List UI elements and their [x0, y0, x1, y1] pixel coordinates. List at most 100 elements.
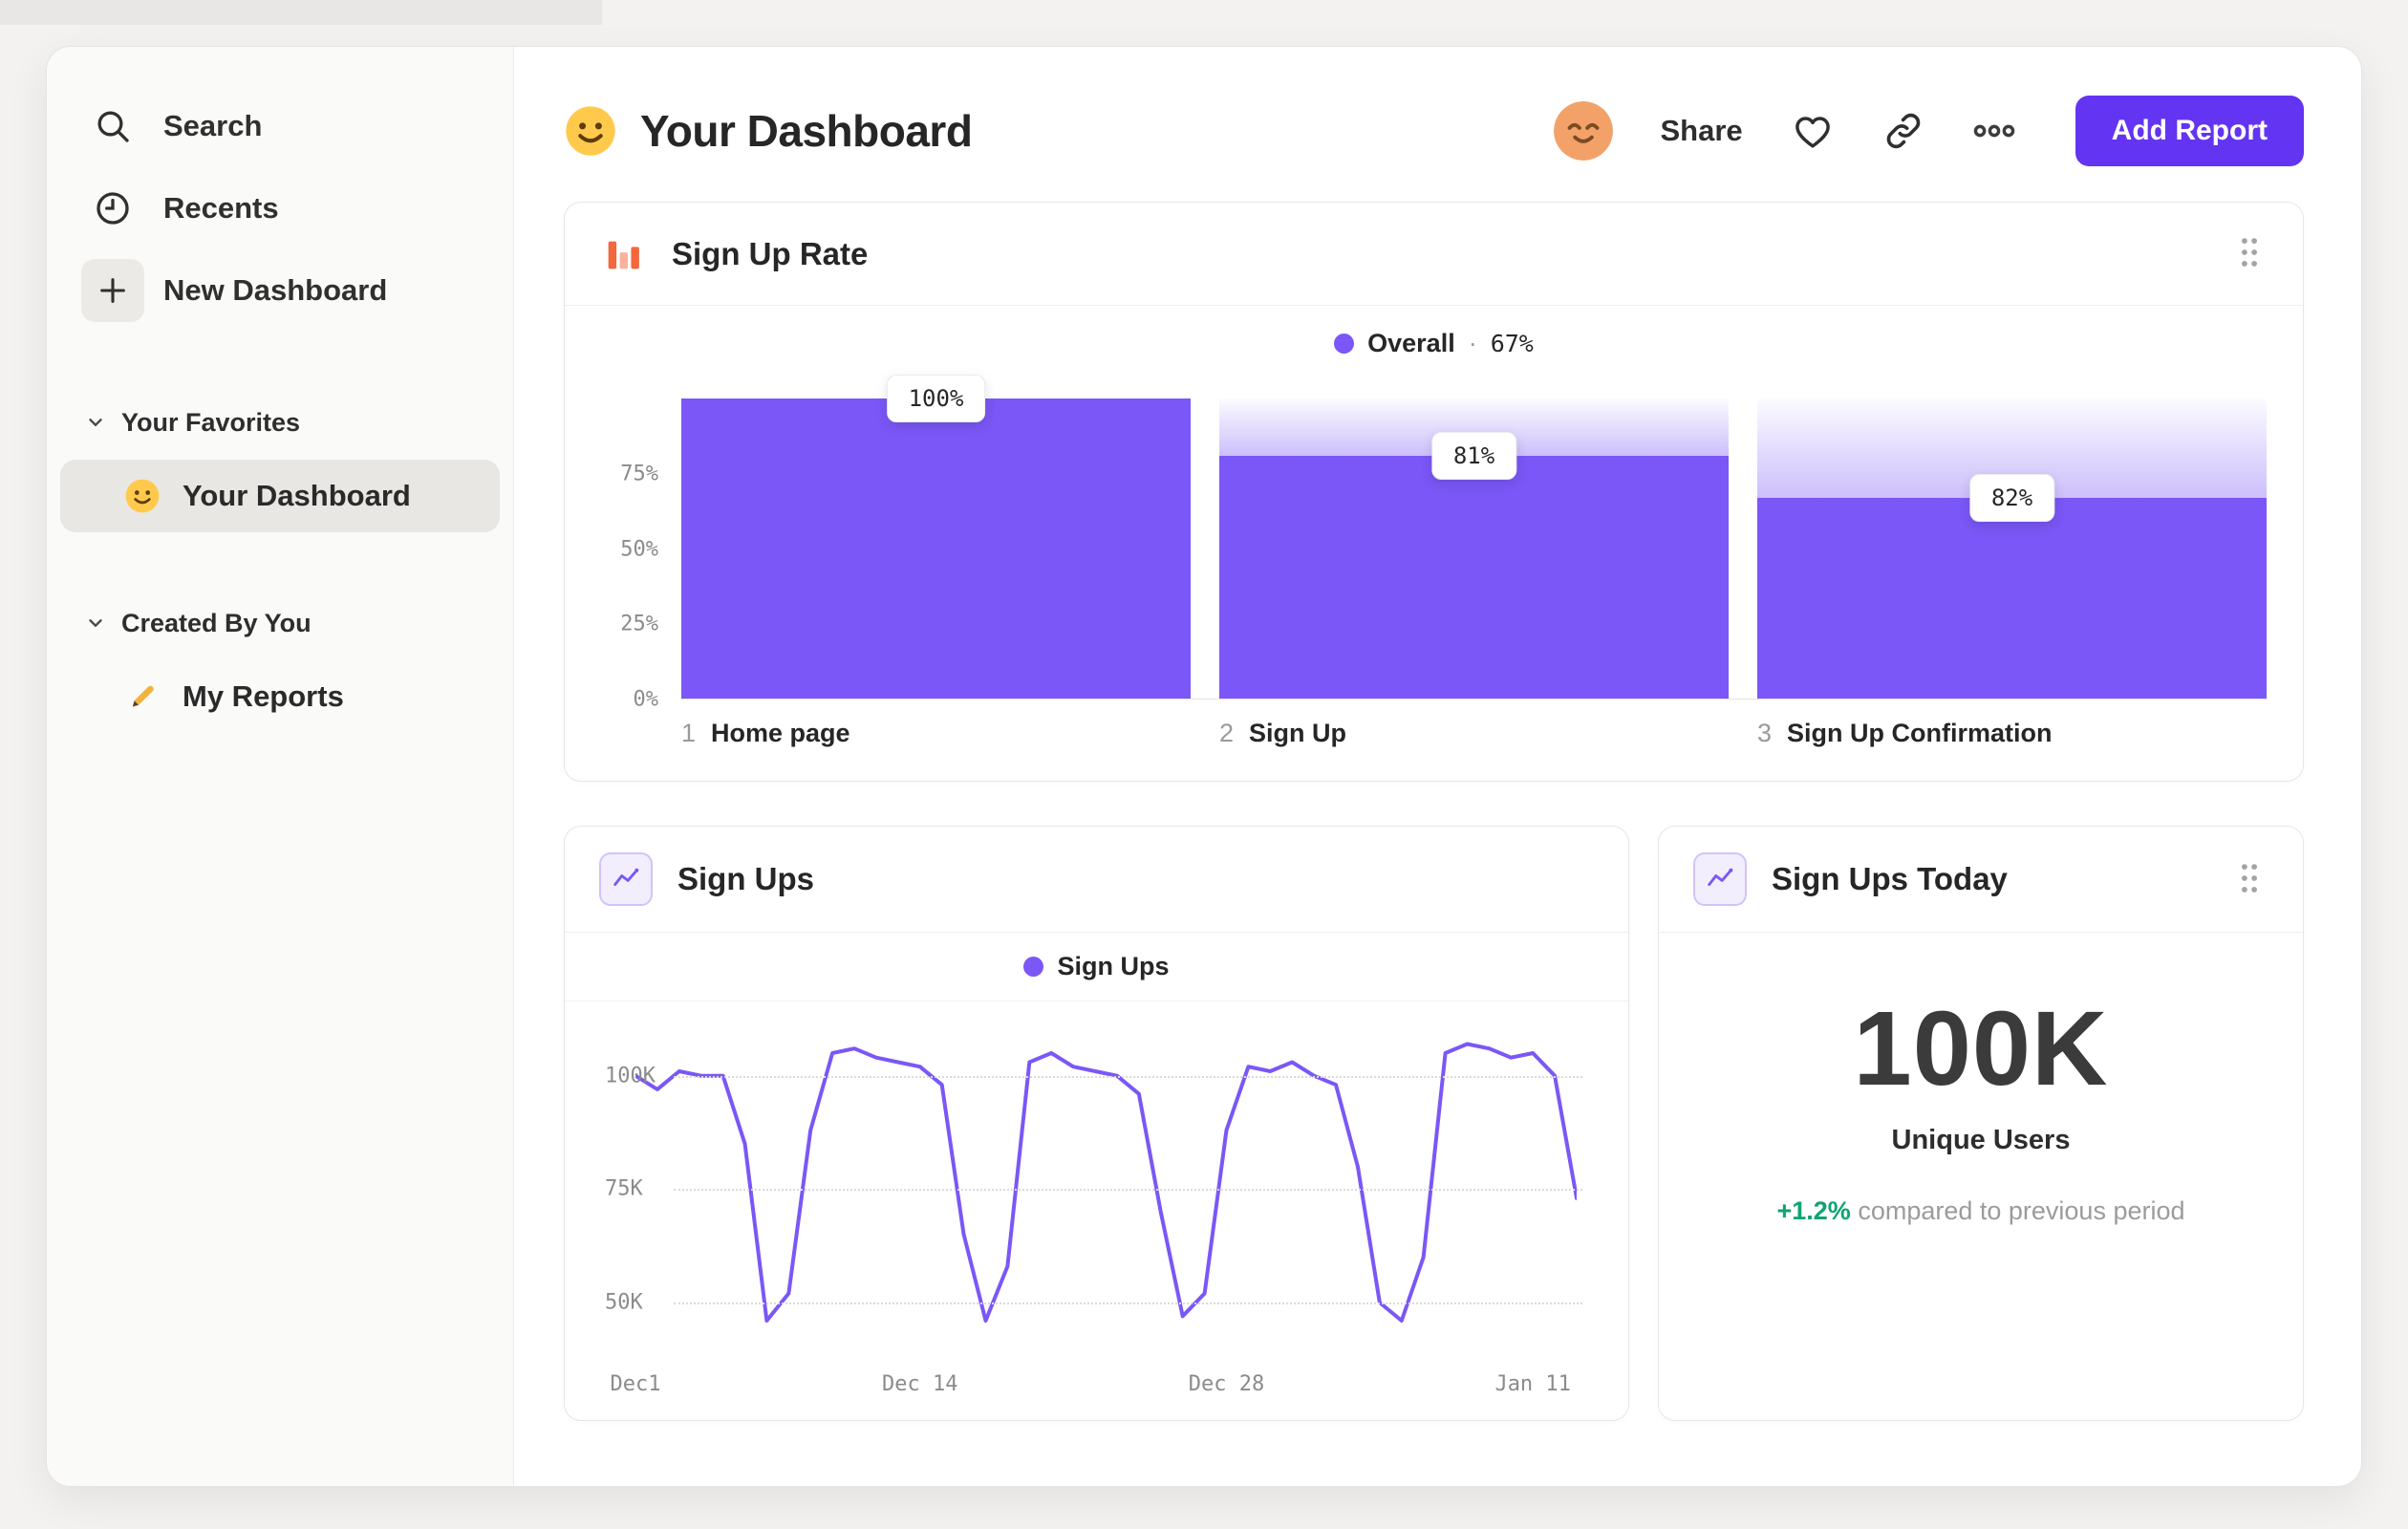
card-sign-ups-today: Sign Ups Today 100K Unique Users +1.2% c… [1658, 826, 2304, 1421]
header-actions: Share Add Report [1553, 96, 2304, 166]
smiley-emoji-icon [121, 478, 163, 514]
x-axis-label: Jan 11 [1494, 1372, 1571, 1396]
x-axis-label: Dec 28 [1188, 1372, 1265, 1396]
link-icon [1886, 113, 1920, 149]
funnel-y-axis: 75% 50% 25% 0% [601, 398, 681, 711]
more-options-button[interactable] [1972, 109, 2016, 153]
section-created-by-you: Created By You My Reports [56, 593, 504, 733]
gridline [674, 1303, 1582, 1304]
section-title: Created By You [121, 608, 312, 637]
funnel-bars: 100% 81% 82% [681, 375, 2267, 700]
line-chart-svg [635, 1017, 1577, 1357]
funnel-step-labels: 1 Home page 2 Sign Up 3 Sign Up Confirmation [681, 719, 2267, 748]
add-report-button[interactable]: Add Report [2075, 96, 2304, 166]
funnel-step-name: Home page [711, 719, 850, 747]
funnel-bar-value-pill: 100% [886, 375, 986, 422]
funnel-step-name: Sign Up [1249, 719, 1347, 747]
y-axis-label: 100K [605, 1064, 656, 1088]
funnel-bar-fill [1757, 497, 2267, 699]
ellipsis-icon [1973, 124, 2014, 138]
line-plot-inner: Dec1 Dec 14 Dec 28 Jan 11 [611, 1017, 1577, 1396]
card-sign-ups: Sign Ups Sign Ups Dec1 Dec 14 Dec 28 Jan 11… [564, 826, 1629, 1421]
share-button[interactable]: Share [1661, 114, 1743, 148]
background-window-edge [0, 0, 602, 25]
smiley-emoji-icon [566, 106, 615, 156]
card-title: Sign Ups Today [1772, 861, 2008, 896]
metric-value: 100K [1853, 990, 2109, 1108]
funnel-bar-value-pill: 81% [1430, 431, 1517, 480]
funnel-y-axis-label: 25% [620, 612, 658, 636]
avatar[interactable] [1553, 101, 1613, 161]
funnel-y-axis-label: 75% [620, 462, 658, 486]
y-axis-label: 75K [605, 1176, 643, 1201]
metric-body: 100K Unique Users +1.2% compared to prev… [1659, 933, 2303, 1283]
line-chart-icon [599, 852, 653, 906]
funnel-bar-value-pill: 82% [1968, 473, 2055, 522]
funnel-step-label: 1 Home page [681, 719, 1191, 748]
gridline [674, 1189, 1582, 1192]
sidebar-item-new-dashboard[interactable]: New Dashboard [56, 249, 504, 332]
funnel-step-index: 2 [1219, 719, 1235, 747]
legend-separator: · [1468, 329, 1477, 357]
funnel-step-index: 3 [1757, 719, 1773, 747]
funnel-y-axis-label: 50% [620, 537, 658, 561]
line-plot: Dec1 Dec 14 Dec 28 Jan 11 100K 75K 50K [601, 1017, 1592, 1396]
chevron-down-icon [89, 619, 102, 627]
legend-dot [1023, 957, 1044, 977]
sidebar-item-label: New Dashboard [163, 273, 388, 307]
line-chart-icon [1693, 852, 1747, 906]
x-axis-label: Dec 14 [882, 1372, 958, 1396]
favorite-heart-button[interactable] [1791, 109, 1835, 153]
bottom-row: Sign Ups Sign Ups Dec1 Dec 14 Dec 28 Jan 11… [564, 826, 2304, 1421]
delta-value: +1.2% [1776, 1196, 1851, 1225]
legend-value: 67% [1490, 330, 1534, 357]
funnel-bar-fill [681, 398, 1191, 699]
funnel-bar-fill [1219, 455, 1729, 699]
sidebar-item-label: Your Dashboard [183, 479, 411, 512]
card-title: Sign Ups [677, 861, 815, 896]
sidebar-item-my-reports[interactable]: My Reports [60, 660, 500, 733]
delta-note: compared to previous period [1858, 1196, 2185, 1225]
drag-handle-icon[interactable] [2230, 228, 2268, 279]
dashboard-header: Your Dashboard Share Add Report [564, 85, 2304, 177]
funnel-bar[interactable]: 100% [681, 375, 1191, 699]
line-chart: Dec1 Dec 14 Dec 28 Jan 11 100K 75K 50K [565, 1001, 1628, 1420]
sidebar: Search Recents New Dashboard Your Favori… [47, 47, 514, 1486]
section-header-created-by-you[interactable]: Created By You [56, 593, 504, 653]
y-axis-label: 50K [605, 1290, 643, 1315]
main-content: Your Dashboard Share Add Report Sign Up … [514, 47, 2361, 1486]
section-your-favorites: Your Favorites Your Dashboard [56, 393, 504, 532]
app-window: Search Recents New Dashboard Your Favori… [46, 46, 2362, 1487]
plus-icon [81, 259, 144, 322]
metric-delta: +1.2% compared to previous period [1678, 1196, 2284, 1226]
card-sign-up-rate: Sign Up Rate Overall · 67% 75% 50% 25% 0% [564, 202, 2304, 782]
legend-label: Overall [1367, 329, 1455, 357]
pencil-icon [121, 679, 163, 714]
funnel-step-index: 1 [681, 719, 697, 747]
section-header-your-favorites[interactable]: Your Favorites [56, 393, 504, 452]
sidebar-item-label: Search [163, 109, 263, 142]
x-axis-label: Dec1 [610, 1372, 661, 1396]
sidebar-item-your-dashboard[interactable]: Your Dashboard [60, 460, 500, 532]
card-header: Sign Ups Today [1659, 827, 2303, 933]
funnel-bar[interactable]: 82% [1757, 398, 2267, 699]
card-header: Sign Ups [565, 827, 1628, 933]
funnel-legend: Overall · 67% [565, 306, 2303, 370]
chevron-down-icon [89, 419, 102, 426]
funnel-step-label: 2 Sign Up [1219, 719, 1729, 748]
clock-icon [81, 177, 144, 240]
section-title: Your Favorites [121, 407, 301, 437]
heart-icon [1795, 117, 1830, 148]
page-title: Your Dashboard [640, 106, 973, 156]
drag-handle-icon[interactable] [2230, 854, 2268, 905]
sidebar-item-label: My Reports [183, 679, 344, 713]
card-title: Sign Up Rate [672, 235, 869, 271]
sidebar-item-recents[interactable]: Recents [56, 167, 504, 249]
line-legend: Sign Ups [565, 933, 1628, 1001]
funnel-chart: 75% 50% 25% 0% 100% 81% 82% 1 Home page 2 Sign U… [565, 370, 2303, 781]
sidebar-item-search[interactable]: Search [56, 85, 504, 167]
funnel-bar[interactable]: 81% [1219, 398, 1729, 699]
search-icon [81, 95, 144, 158]
copy-link-button[interactable] [1882, 110, 1924, 152]
sidebar-item-label: Recents [163, 191, 279, 225]
